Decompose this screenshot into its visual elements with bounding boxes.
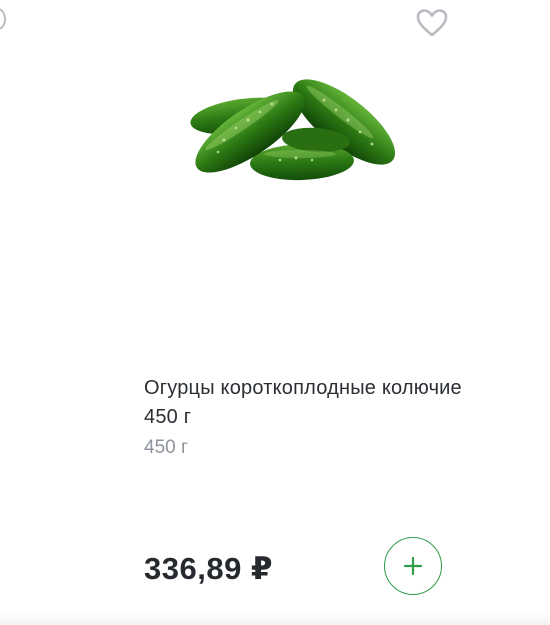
product-price: 336,89 ₽ [144,551,273,586]
add-to-cart-button[interactable] [384,537,442,595]
previous-card-edge [0,8,6,30]
product-title[interactable]: Огурцы короткоплодные колючие 450 г [144,374,474,432]
product-image[interactable] [184,70,408,190]
heart-icon [416,9,448,37]
product-card[interactable]: Огурцы короткоплодные колючие 450 г 450 … [0,0,550,625]
favorite-button[interactable] [414,6,450,40]
product-weight: 450 г [144,437,188,458]
cucumbers-image [190,79,396,181]
plus-icon [403,556,423,576]
